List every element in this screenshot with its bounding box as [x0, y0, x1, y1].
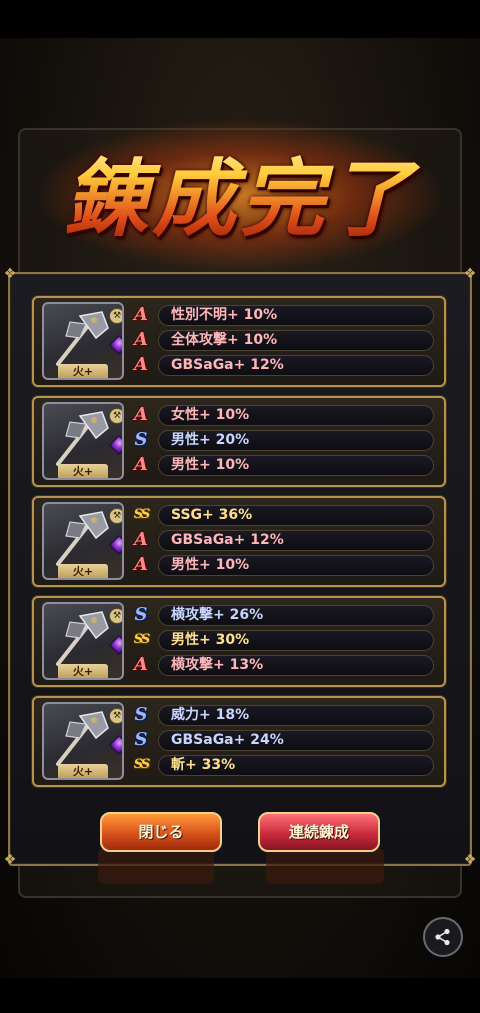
continuous-refine-button[interactable]: 連続錬成	[258, 812, 380, 852]
result-card: ⚒ 火+ SS SSG+ 36% A GBSaGa+ 12% A 男性+ 10%	[32, 496, 446, 587]
stat-text: GBSaGa+ 12%	[158, 530, 434, 551]
corner-ornament-icon: ❖	[463, 266, 477, 282]
stat-text: 男性+ 20%	[158, 430, 434, 451]
axe-type-badge-icon: ⚒	[109, 408, 122, 424]
rank-ss-icon: SS	[133, 507, 151, 522]
stat-row: A 全体攻撃+ 10%	[130, 328, 434, 353]
axe-type-badge-icon: ⚒	[109, 708, 122, 724]
button-backdrop	[266, 848, 384, 884]
stat-text: 斬+ 33%	[158, 755, 434, 776]
result-card: ⚒ 火+ S 横攻撃+ 26% SS 男性+ 30% A 横攻撃+ 13%	[32, 596, 446, 687]
stat-text: 女性+ 10%	[158, 405, 434, 426]
stat-text: GBSaGa+ 12%	[158, 355, 434, 376]
stat-list: A 性別不明+ 10% A 全体攻撃+ 10% A GBSaGa+ 12%	[130, 303, 434, 378]
rank-s-icon: S	[134, 429, 148, 450]
element-tag: 火+	[58, 464, 108, 478]
element-tag: 火+	[58, 664, 108, 678]
rank-s-icon: S	[134, 604, 148, 625]
stat-row: A 性別不明+ 10%	[130, 303, 434, 328]
stat-text: 男性+ 10%	[158, 455, 434, 476]
weapon-thumbnail[interactable]: ⚒ 火+	[42, 402, 124, 480]
page-title: 錬成完了	[0, 132, 480, 253]
rank-ss-icon: SS	[133, 632, 151, 647]
rank-ss-icon: SS	[133, 757, 151, 772]
result-card: ⚒ 火+ S 威力+ 18% S GBSaGa+ 24% SS 斬+ 33%	[32, 696, 446, 787]
corner-ornament-icon: ❖	[3, 266, 17, 282]
result-card: ⚒ 火+ A 女性+ 10% S 男性+ 20% A 男性+ 10%	[32, 396, 446, 487]
axe-type-badge-icon: ⚒	[109, 608, 122, 624]
rank-a-icon: A	[134, 529, 148, 550]
stat-row: SS 斬+ 33%	[130, 753, 434, 778]
stat-row: A 横攻撃+ 13%	[130, 653, 434, 678]
rank-a-icon: A	[134, 329, 148, 350]
stat-row: S GBSaGa+ 24%	[130, 728, 434, 753]
share-button[interactable]	[423, 917, 463, 957]
axe-type-badge-icon: ⚒	[109, 508, 122, 524]
rank-s-icon: S	[134, 704, 148, 725]
stat-text: 男性+ 10%	[158, 555, 434, 576]
stat-text: 全体攻撃+ 10%	[158, 330, 434, 351]
weapon-thumbnail[interactable]: ⚒ 火+	[42, 502, 124, 580]
button-backdrop	[98, 848, 214, 884]
result-card: ⚒ 火+ A 性別不明+ 10% A 全体攻撃+ 10% A GBSaGa+ 12%	[32, 296, 446, 387]
element-tag: 火+	[58, 564, 108, 578]
stat-text: GBSaGa+ 24%	[158, 730, 434, 751]
rank-a-icon: A	[134, 454, 148, 475]
stat-text: SSG+ 36%	[158, 505, 434, 526]
stat-row: SS 男性+ 30%	[130, 628, 434, 653]
stat-row: A GBSaGa+ 12%	[130, 353, 434, 378]
weapon-thumbnail[interactable]: ⚒ 火+	[42, 702, 124, 780]
stat-row: A 女性+ 10%	[130, 403, 434, 428]
stat-list: A 女性+ 10% S 男性+ 20% A 男性+ 10%	[130, 403, 434, 478]
stat-row: S 威力+ 18%	[130, 703, 434, 728]
stat-text: 横攻撃+ 13%	[158, 655, 434, 676]
weapon-thumbnail[interactable]: ⚒ 火+	[42, 602, 124, 680]
share-icon	[435, 928, 450, 946]
stat-text: 威力+ 18%	[158, 705, 434, 726]
axe-type-badge-icon: ⚒	[109, 308, 122, 324]
stat-text: 男性+ 30%	[158, 630, 434, 651]
stat-text: 横攻撃+ 26%	[158, 605, 434, 626]
stat-row: A GBSaGa+ 12%	[130, 528, 434, 553]
stat-list: SS SSG+ 36% A GBSaGa+ 12% A 男性+ 10%	[130, 503, 434, 578]
element-tag: 火+	[58, 764, 108, 778]
element-tag: 火+	[58, 364, 108, 378]
rank-a-icon: A	[134, 654, 148, 675]
stat-row: SS SSG+ 36%	[130, 503, 434, 528]
rank-a-icon: A	[134, 304, 148, 325]
rank-s-icon: S	[134, 729, 148, 750]
rank-a-icon: A	[134, 554, 148, 575]
stat-list: S 横攻撃+ 26% SS 男性+ 30% A 横攻撃+ 13%	[130, 603, 434, 678]
stat-row: A 男性+ 10%	[130, 453, 434, 478]
corner-ornament-icon: ❖	[3, 852, 17, 868]
stat-row: S 男性+ 20%	[130, 428, 434, 453]
stat-row: S 横攻撃+ 26%	[130, 603, 434, 628]
stat-list: S 威力+ 18% S GBSaGa+ 24% SS 斬+ 33%	[130, 703, 434, 778]
corner-ornament-icon: ❖	[463, 852, 477, 868]
stat-text: 性別不明+ 10%	[158, 305, 434, 326]
weapon-thumbnail[interactable]: ⚒ 火+	[42, 302, 124, 380]
close-button[interactable]: 閉じる	[100, 812, 222, 852]
rank-a-icon: A	[134, 404, 148, 425]
rank-a-icon: A	[134, 354, 148, 375]
stat-row: A 男性+ 10%	[130, 553, 434, 578]
